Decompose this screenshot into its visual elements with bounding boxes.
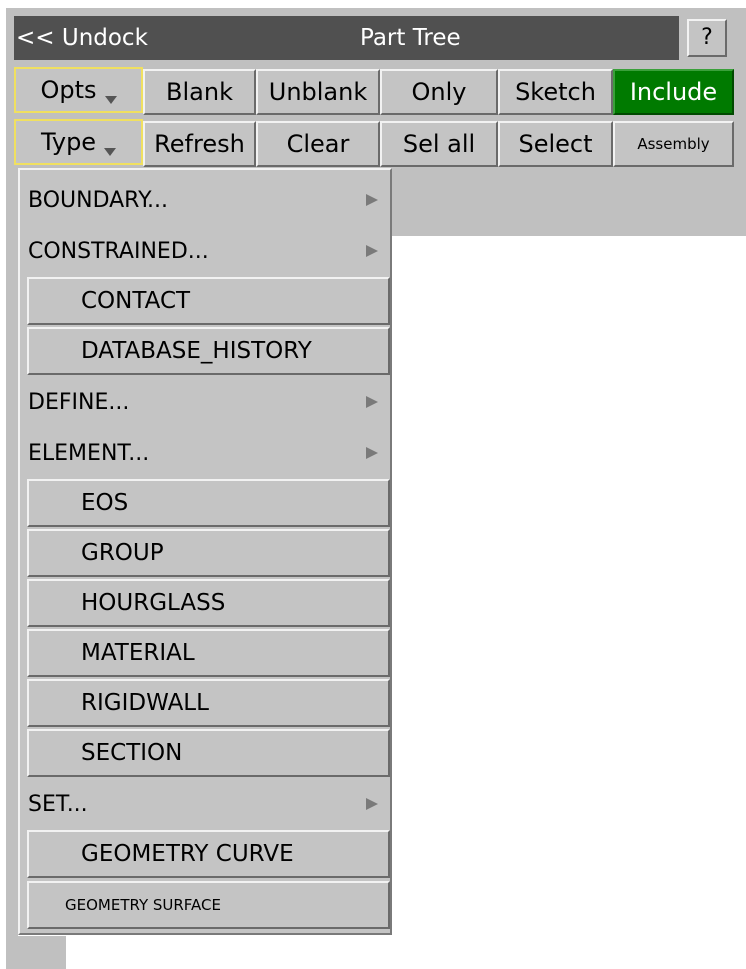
menu-item-rigidwall[interactable]: RIGIDWALL <box>27 679 390 727</box>
panel-footer <box>6 936 66 969</box>
menu-item-set[interactable]: SET... <box>22 780 388 830</box>
type-dropdown-menu: BOUNDARY... CONSTRAINED... CONTACT DATAB… <box>18 168 392 935</box>
menu-item-element[interactable]: ELEMENT... <box>22 429 388 479</box>
sketch-button[interactable]: Sketch <box>498 69 613 115</box>
dropdown-arrow-icon <box>104 96 117 104</box>
sel-all-button[interactable]: Sel all <box>380 121 498 167</box>
include-button[interactable]: Include <box>613 69 734 115</box>
menu-item-geometry-surface[interactable]: GEOMETRY SURFACE <box>27 881 390 929</box>
menu-item-constrained[interactable]: CONSTRAINED... <box>22 227 388 277</box>
menu-item-label: DEFINE... <box>28 390 130 415</box>
help-button[interactable]: ? <box>687 19 727 57</box>
assembly-button[interactable]: Assembly <box>613 121 734 167</box>
dropdown-arrow-icon <box>104 148 117 156</box>
type-label: Type <box>40 128 97 156</box>
refresh-button[interactable]: Refresh <box>143 121 256 167</box>
submenu-arrow-icon <box>366 245 378 257</box>
menu-item-material[interactable]: MATERIAL <box>27 629 390 677</box>
menu-item-label: CONSTRAINED... <box>28 239 209 264</box>
only-button[interactable]: Only <box>380 69 498 115</box>
menu-item-database-history[interactable]: DATABASE_HISTORY <box>27 327 390 375</box>
menu-item-label: ELEMENT... <box>28 441 150 466</box>
panel-title: Part Tree <box>360 25 461 51</box>
submenu-arrow-icon <box>366 396 378 408</box>
menu-item-geometry-curve[interactable]: GEOMETRY CURVE <box>27 830 390 878</box>
blank-button[interactable]: Blank <box>143 69 256 115</box>
opts-button[interactable]: Opts <box>14 67 143 113</box>
menu-item-contact[interactable]: CONTACT <box>27 277 390 325</box>
menu-item-eos[interactable]: EOS <box>27 479 390 527</box>
menu-item-label: BOUNDARY... <box>28 188 169 213</box>
panel-left-strip <box>6 236 18 936</box>
opts-label: Opts <box>40 76 97 104</box>
clear-button[interactable]: Clear <box>256 121 380 167</box>
menu-item-hourglass[interactable]: HOURGLASS <box>27 579 390 627</box>
unblank-button[interactable]: Unblank <box>256 69 380 115</box>
menu-item-boundary[interactable]: BOUNDARY... <box>22 176 388 226</box>
menu-item-label: SET... <box>28 792 88 817</box>
submenu-arrow-icon <box>366 447 378 459</box>
menu-item-define[interactable]: DEFINE... <box>22 378 388 428</box>
menu-item-group[interactable]: GROUP <box>27 529 390 577</box>
type-button[interactable]: Type <box>14 119 143 165</box>
menu-item-section[interactable]: SECTION <box>27 729 390 777</box>
submenu-arrow-icon <box>366 194 378 206</box>
submenu-arrow-icon <box>366 798 378 810</box>
select-button[interactable]: Select <box>498 121 613 167</box>
undock-button[interactable]: << Undock <box>14 16 176 60</box>
